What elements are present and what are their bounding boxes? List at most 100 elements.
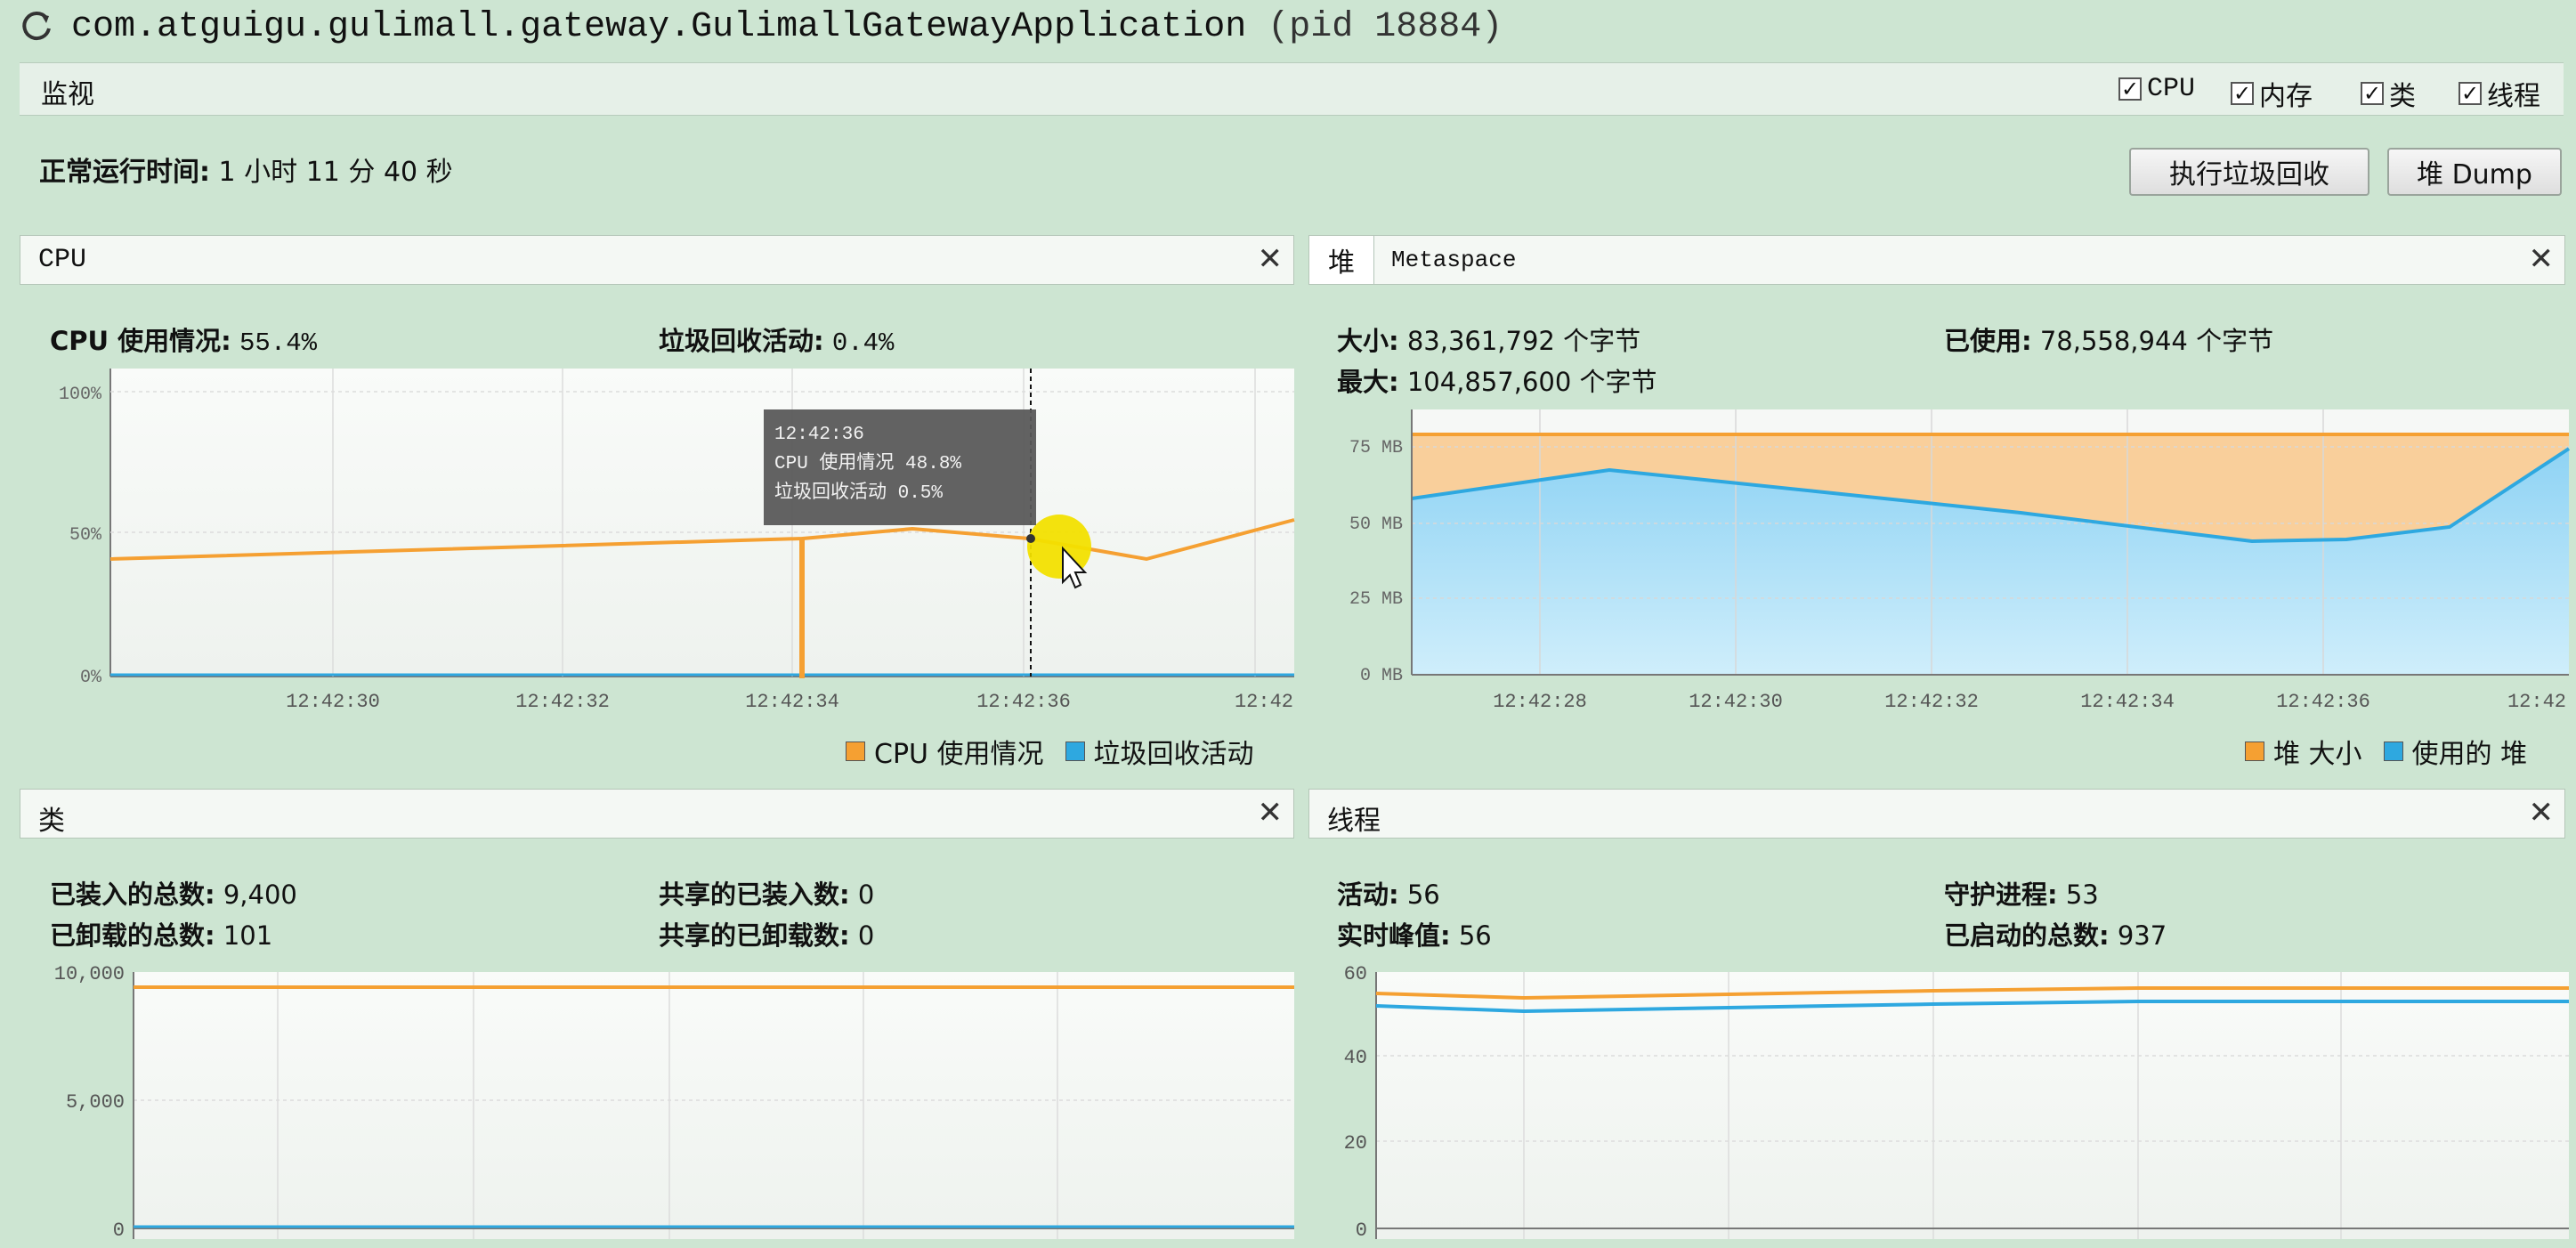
cpu-usage-stat: CPU 使用情况: 55.4%: [50, 320, 317, 358]
y-tick: 0: [1356, 1220, 1367, 1242]
shared-unloaded-label: 共享的已卸载数:: [659, 920, 850, 951]
window-title: com.atguigu.gulimall.gateway.GulimallGat…: [71, 7, 1503, 47]
cpu-checkbox[interactable]: ✓ CPU: [2118, 74, 2195, 104]
data-point-marker: [1026, 534, 1035, 543]
legend-swatch: [2245, 742, 2264, 761]
heap-chart[interactable]: 75 MB 50 MB 25 MB 0 MB 12:42:28 12:42:30…: [1326, 409, 2572, 717]
y-tick: 0 MB: [1360, 666, 1403, 686]
gc-activity-value: 0.4%: [831, 328, 895, 358]
shared-unloaded-stat: 共享的已卸载数: 0: [659, 915, 874, 952]
live-threads-stat: 活动: 56: [1337, 874, 1440, 912]
shared-loaded-label: 共享的已装入数:: [659, 879, 850, 910]
close-icon[interactable]: ✕: [1258, 241, 1284, 277]
started-threads-value: 937: [2117, 920, 2167, 951]
unloaded-classes-value: 101: [223, 920, 273, 951]
y-tick: 5,000: [66, 1091, 125, 1114]
checkbox-checked-icon: ✓: [2459, 82, 2482, 105]
process-id: (pid 18884): [1268, 7, 1503, 47]
heap-dump-button[interactable]: 堆 Dump: [2387, 148, 2562, 196]
uptime: 正常运行时间: 1 小时 11 分 40 秒: [39, 150, 453, 189]
x-tick: 12:42:36: [976, 691, 1071, 712]
unloaded-classes-label: 已卸载的总数:: [50, 920, 215, 951]
started-threads-label: 已启动的总数:: [1944, 920, 2110, 951]
chart-tooltip: 12:42:36 CPU 使用情况 48.8% 垃圾回收活动 0.5%: [764, 409, 1036, 525]
checkbox-checked-icon: ✓: [2361, 82, 2384, 105]
tab-heap[interactable]: 堆: [1309, 236, 1374, 284]
classes-panel-title: 类: [38, 806, 65, 837]
cpu-panel-header: CPU ✕: [20, 235, 1294, 285]
heap-max-value: 104,857,600 个字节: [1406, 367, 1657, 397]
tooltip-time: 12:42:36: [774, 425, 864, 445]
shared-loaded-stat: 共享的已装入数: 0: [659, 874, 874, 912]
monitor-label: 监视: [41, 79, 94, 110]
legend-label: 垃圾回收活动: [1093, 739, 1254, 770]
tab-metaspace[interactable]: Metaspace: [1391, 247, 1516, 273]
legend-label: CPU 使用情况: [874, 739, 1044, 770]
y-tick: 50%: [69, 525, 102, 546]
legend-swatch: [846, 742, 865, 761]
shared-unloaded-value: 0: [857, 920, 875, 951]
legend-swatch: [1065, 742, 1085, 761]
started-threads-stat: 已启动的总数: 937: [1944, 915, 2167, 952]
daemon-threads-stat: 守护进程: 53: [1944, 874, 2099, 912]
legend-label: 使用的 堆: [2411, 739, 2528, 770]
y-tick: 75 MB: [1349, 438, 1403, 458]
cpu-usage-label: CPU 使用情况:: [50, 326, 231, 356]
x-tick: 12:42:30: [286, 691, 380, 712]
peak-threads-value: 56: [1458, 920, 1492, 951]
memory-checkbox[interactable]: ✓ 内存: [2231, 74, 2313, 113]
cpu-legend: CPU 使用情况 垃圾回收活动: [846, 732, 1254, 771]
x-tick: 12:42: [1235, 691, 1293, 712]
x-tick: 12:42:34: [2080, 691, 2175, 713]
threads-panel-title: 线程: [1327, 806, 1381, 837]
daemon-threads-label: 守护进程:: [1944, 879, 2058, 910]
y-tick: 100%: [59, 385, 102, 405]
heap-used-label: 已使用:: [1944, 326, 2032, 356]
heap-used-value: 78,558,944 个字节: [2039, 326, 2274, 356]
unloaded-classes-stat: 已卸载的总数: 101: [50, 915, 272, 952]
heap-max-stat: 最大: 104,857,600 个字节: [1337, 361, 1657, 399]
x-tick: 12:42:30: [1689, 691, 1783, 713]
checkbox-checked-icon: ✓: [2118, 77, 2142, 101]
y-tick: 10,000: [54, 963, 125, 985]
threads-chart[interactable]: 60 40 20 0: [1326, 958, 2572, 1248]
y-tick: 60: [1344, 963, 1367, 985]
classes-chart[interactable]: 10,000 5,000 0: [36, 958, 1300, 1248]
classes-checkbox-label: 类: [2389, 81, 2416, 112]
tooltip-cpu: CPU 使用情况 48.8%: [774, 452, 961, 474]
cpu-checkbox-label: CPU: [2147, 74, 2196, 104]
threads-checkbox[interactable]: ✓ 线程: [2459, 74, 2540, 113]
cpu-usage-value: 55.4%: [239, 328, 318, 358]
shared-loaded-value: 0: [857, 879, 875, 910]
close-icon[interactable]: ✕: [2529, 795, 2555, 831]
heap-size-label: 大小:: [1337, 326, 1399, 356]
y-tick: 40: [1344, 1047, 1367, 1069]
loaded-classes-stat: 已装入的总数: 9,400: [50, 874, 297, 912]
live-threads-value: 56: [1406, 879, 1440, 910]
close-icon[interactable]: ✕: [2529, 241, 2555, 277]
loading-spinner-icon: [22, 12, 51, 41]
gc-activity-stat: 垃圾回收活动: 0.4%: [659, 320, 894, 358]
x-tick: 12:42:34: [745, 691, 839, 712]
plot-area: [110, 369, 1294, 676]
x-tick: 12:42:36: [2276, 691, 2370, 713]
y-tick: 20: [1344, 1132, 1367, 1155]
cpu-chart[interactable]: 100% 50% 0% 12:42:30 12:42:32 12:42:34 1…: [36, 356, 1300, 712]
memory-checkbox-label: 内存: [2259, 81, 2313, 112]
cpu-panel-title: CPU: [38, 245, 87, 275]
close-icon[interactable]: ✕: [1258, 795, 1284, 831]
heap-size-value: 83,361,792 个字节: [1406, 326, 1641, 356]
threads-checkbox-label: 线程: [2487, 81, 2540, 112]
x-tick: 12:42:28: [1493, 691, 1587, 713]
uptime-value: 1 小时 11 分 40 秒: [218, 157, 453, 188]
perform-gc-button[interactable]: 执行垃圾回收: [2129, 148, 2369, 196]
x-tick: 12:42: [2507, 691, 2566, 713]
peak-threads-stat: 实时峰值: 56: [1337, 915, 1492, 952]
heap-panel-header: 堆 Metaspace ✕: [1308, 235, 2565, 285]
title-bar: com.atguigu.gulimall.gateway.GulimallGat…: [0, 0, 2576, 59]
classes-checkbox[interactable]: ✓ 类: [2361, 74, 2416, 113]
x-tick: 12:42:32: [515, 691, 610, 712]
threads-panel-header: 线程 ✕: [1308, 789, 2565, 839]
tooltip-gc: 垃圾回收活动 0.5%: [774, 482, 943, 504]
legend-swatch: [2383, 742, 2403, 761]
